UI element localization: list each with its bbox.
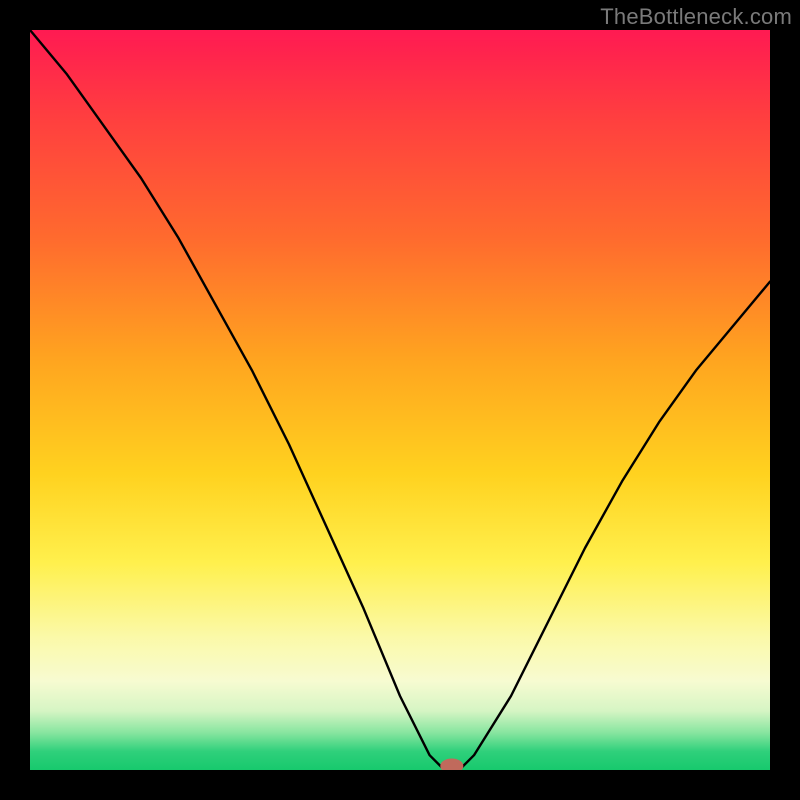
chart-frame: TheBottleneck.com [0,0,800,800]
bottleneck-curve [30,30,770,770]
plot-area [30,30,770,770]
chart-svg [30,30,770,770]
optimum-marker [441,759,463,770]
attribution-label: TheBottleneck.com [600,4,792,30]
